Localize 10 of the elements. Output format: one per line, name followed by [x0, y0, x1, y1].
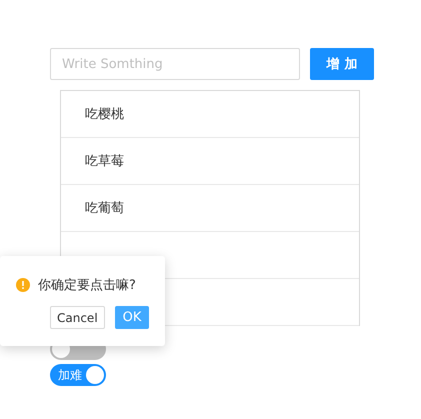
- popover-title: 你确定要点击嘛?: [38, 277, 136, 294]
- cancel-button[interactable]: Cancel: [50, 306, 105, 329]
- item-text: 吃草莓: [85, 153, 124, 170]
- item-text: 吃葡萄: [85, 200, 124, 217]
- item-text: 吃樱桃: [85, 106, 124, 123]
- warning-icon: [16, 278, 30, 292]
- list-item[interactable]: 吃草莓: [61, 138, 359, 185]
- list-item[interactable]: 吃葡萄: [61, 185, 359, 232]
- list-item[interactable]: 吃樱桃: [61, 91, 359, 138]
- input-field[interactable]: Write Somthing: [50, 48, 300, 80]
